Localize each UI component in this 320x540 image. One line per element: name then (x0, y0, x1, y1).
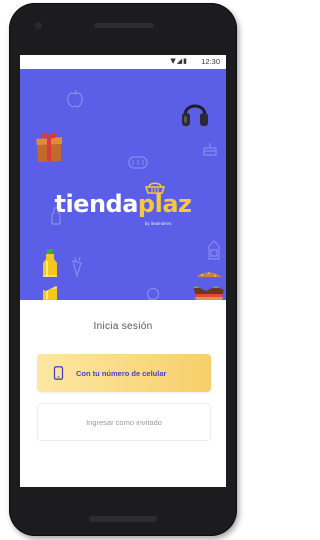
brand-logo: tiendaplaz (20, 190, 226, 218)
brand-name-main: tienda (54, 190, 138, 218)
status-icons: ▼◢▮ (170, 57, 188, 65)
milk-doodle-icon (208, 240, 220, 260)
front-camera (35, 22, 42, 29)
brand-byline: by iteamdevs (144, 221, 172, 226)
earpiece-speaker (94, 23, 154, 28)
battery-icon: ▮ (183, 57, 188, 65)
apple-doodle-icon (67, 89, 83, 108)
login-title: Inicia sesión (93, 321, 153, 332)
phone-login-button[interactable]: Con tu número de celular (37, 354, 211, 392)
phone-login-label: Con tu número de celular (76, 368, 167, 378)
bread-doodle-icon (128, 156, 148, 169)
hero-banner: tiendaplaz by iteamdevs (20, 69, 226, 300)
phone-device-frame: ▼◢▮ 12:30 tiendaplaz by iteamdevs Inicia… (9, 3, 237, 536)
status-time: 12:30 (201, 57, 220, 66)
guest-login-button[interactable]: Ingresar como invitado (37, 403, 211, 441)
gift-box-icon (36, 132, 62, 162)
status-bar: ▼◢▮ 12:30 (20, 55, 226, 69)
cake-doodle-icon (203, 143, 217, 156)
headphones-icon (182, 104, 208, 126)
bottom-speaker (89, 516, 157, 522)
guest-login-label: Ingresar como invitado (86, 417, 162, 427)
hero-wave-divider (20, 277, 226, 291)
app-screen: ▼◢▮ 12:30 tiendaplaz by iteamdevs Inicia… (20, 55, 226, 487)
mobile-phone-icon (53, 366, 64, 380)
carrot-doodle-icon (72, 257, 82, 277)
brand-name-accent: plaz (137, 190, 192, 218)
